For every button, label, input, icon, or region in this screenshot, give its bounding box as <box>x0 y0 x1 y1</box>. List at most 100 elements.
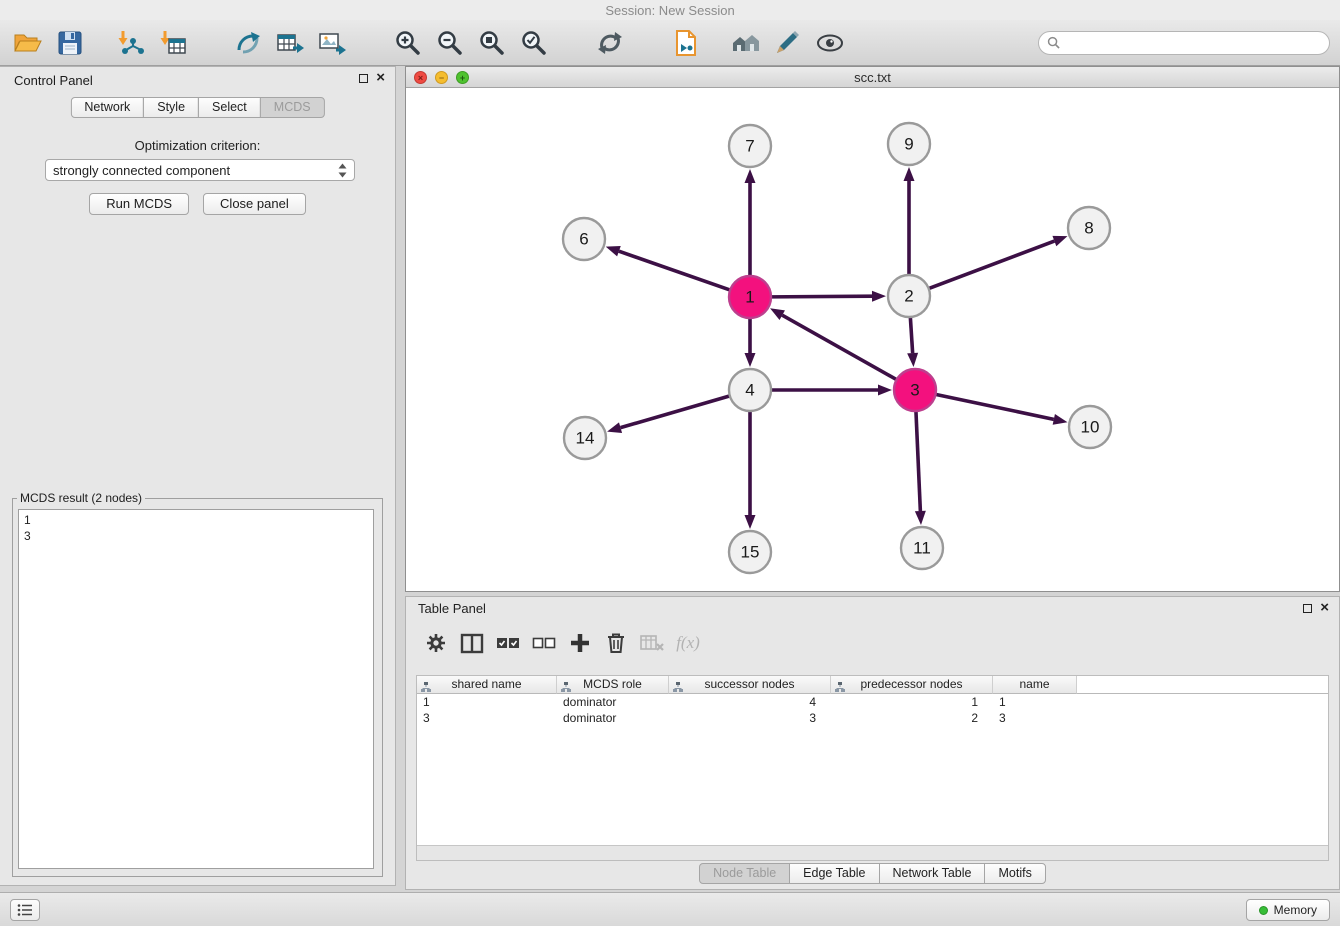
cell-name[interactable]: 1 <box>993 694 1077 710</box>
mcds-result-title: MCDS result (2 nodes) <box>17 491 145 505</box>
node-table: shared name MCDS role successor nodes pr… <box>416 675 1329 861</box>
table-header-row: shared name MCDS role successor nodes pr… <box>417 676 1328 694</box>
search-box[interactable] <box>1038 31 1330 55</box>
mcds-result-item[interactable]: 3 <box>24 528 368 544</box>
table-horizontal-scrollbar[interactable] <box>417 845 1328 860</box>
save-session-button[interactable] <box>52 24 88 62</box>
column-header-shared-name[interactable]: shared name <box>417 676 557 694</box>
mcds-result-item[interactable]: 1 <box>24 512 368 528</box>
cell-shared-name[interactable]: 3 <box>417 710 557 726</box>
network-graph[interactable]: 7968124314101511 <box>406 88 1339 591</box>
status-bar: Memory <box>0 892 1340 926</box>
apply-style-button[interactable] <box>770 24 806 62</box>
tab-style[interactable]: Style <box>143 97 199 118</box>
cell-name[interactable]: 3 <box>993 710 1077 726</box>
optimization-criterion-select[interactable]: strongly connected component <box>45 159 355 181</box>
cell-predecessor-nodes[interactable]: 1 <box>831 694 993 710</box>
close-window-icon[interactable]: × <box>414 71 427 84</box>
minimize-window-icon[interactable]: − <box>435 71 448 84</box>
graph-edge-arrowhead <box>770 308 785 320</box>
delete-table-button[interactable] <box>634 627 670 659</box>
open-file-button[interactable] <box>10 24 46 62</box>
graph-edge-3-10[interactable] <box>936 394 1054 419</box>
delete-column-button[interactable] <box>598 627 634 659</box>
plus-icon <box>570 633 590 653</box>
tab-network-table[interactable]: Network Table <box>879 863 986 884</box>
close-panel-icon[interactable]: × <box>376 73 385 83</box>
graph-edge-4-14[interactable] <box>621 396 730 428</box>
network-window-titlebar[interactable]: × − + scc.txt <box>406 67 1339 88</box>
clone-network-icon <box>234 30 262 56</box>
show-graphics-details-button[interactable] <box>812 24 848 62</box>
zoom-in-button[interactable] <box>390 24 426 62</box>
graph-edge-1-6[interactable] <box>619 251 730 290</box>
mcds-result-list[interactable]: 1 3 <box>18 509 374 869</box>
column-header-filler <box>1077 676 1328 694</box>
home-button[interactable] <box>728 24 764 62</box>
graph-edge-arrowhead <box>745 353 756 367</box>
tab-mcds[interactable]: MCDS <box>260 97 325 118</box>
graph-edge-3-11[interactable] <box>916 411 920 511</box>
column-type-icon <box>421 680 431 697</box>
zoom-out-button[interactable] <box>432 24 468 62</box>
table-row[interactable]: 3 dominator 3 2 3 <box>417 710 1328 726</box>
deselect-all-columns-button[interactable] <box>526 627 562 659</box>
mcds-result-group: MCDS result (2 nodes) 1 3 <box>12 491 383 877</box>
tab-select[interactable]: Select <box>198 97 261 118</box>
open-session-file-button[interactable] <box>668 24 704 62</box>
tab-motifs[interactable]: Motifs <box>984 863 1045 884</box>
tab-network[interactable]: Network <box>70 97 144 118</box>
cell-predecessor-nodes[interactable]: 2 <box>831 710 993 726</box>
graph-edge-3-1[interactable] <box>782 315 896 380</box>
graph-node-label: 3 <box>910 381 919 400</box>
graph-node-label: 7 <box>745 137 754 156</box>
graph-edge-2-8[interactable] <box>929 241 1055 289</box>
graph-edge-arrowhead <box>872 291 886 302</box>
zoom-fit-button[interactable] <box>474 24 510 62</box>
cell-shared-name[interactable]: 1 <box>417 694 557 710</box>
import-network-button[interactable] <box>112 24 148 62</box>
close-panel-button[interactable]: Close panel <box>203 193 306 215</box>
control-panel: Control Panel × Network Style Select MCD… <box>0 66 396 886</box>
graph-edge-2-3[interactable] <box>910 317 912 353</box>
cell-mcds-role[interactable]: dominator <box>557 710 669 726</box>
network-canvas[interactable]: 7968124314101511 <box>406 88 1339 591</box>
column-type-icon <box>673 680 683 697</box>
column-header-mcds-role[interactable]: MCDS role <box>557 676 669 694</box>
show-panels-button[interactable] <box>10 899 40 921</box>
apply-function-button[interactable]: f(x) <box>670 627 706 659</box>
show-columns-button[interactable] <box>454 627 490 659</box>
graph-edge-arrowhead <box>606 246 621 256</box>
cell-successor-nodes[interactable]: 4 <box>669 694 831 710</box>
tab-node-table[interactable]: Node Table <box>699 863 790 884</box>
column-header-successor-nodes[interactable]: successor nodes <box>669 676 831 694</box>
import-table-button[interactable] <box>154 24 190 62</box>
tab-edge-table[interactable]: Edge Table <box>789 863 879 884</box>
search-input[interactable] <box>1065 36 1321 50</box>
graph-edge-1-2[interactable] <box>771 296 872 297</box>
cell-mcds-role[interactable]: dominator <box>557 694 669 710</box>
table-panel: Table Panel × <box>405 596 1340 890</box>
run-mcds-button[interactable]: Run MCDS <box>89 193 189 215</box>
network-from-selection-button[interactable] <box>230 24 266 62</box>
graph-edge-arrowhead <box>904 167 915 181</box>
memory-button[interactable]: Memory <box>1246 899 1330 921</box>
select-all-columns-button[interactable] <box>490 627 526 659</box>
cell-successor-nodes[interactable]: 3 <box>669 710 831 726</box>
graph-node-label: 2 <box>904 287 913 306</box>
float-panel-icon[interactable] <box>359 74 368 83</box>
export-table-button[interactable] <box>272 24 308 62</box>
table-row[interactable]: 1 dominator 4 1 1 <box>417 694 1328 710</box>
export-image-button[interactable] <box>314 24 350 62</box>
column-header-predecessor-nodes[interactable]: predecessor nodes <box>831 676 993 694</box>
close-table-panel-icon[interactable]: × <box>1320 603 1329 613</box>
column-header-name[interactable]: name <box>993 676 1077 694</box>
zoom-selected-button[interactable] <box>516 24 552 62</box>
maximize-window-icon[interactable]: + <box>456 71 469 84</box>
graph-edge-arrowhead <box>745 515 756 529</box>
refresh-view-button[interactable] <box>592 24 628 62</box>
table-settings-button[interactable] <box>418 627 454 659</box>
float-table-panel-icon[interactable] <box>1303 604 1312 613</box>
add-column-button[interactable] <box>562 627 598 659</box>
table-panel-tabs: Node Table Edge Table Network Table Moti… <box>406 863 1339 884</box>
